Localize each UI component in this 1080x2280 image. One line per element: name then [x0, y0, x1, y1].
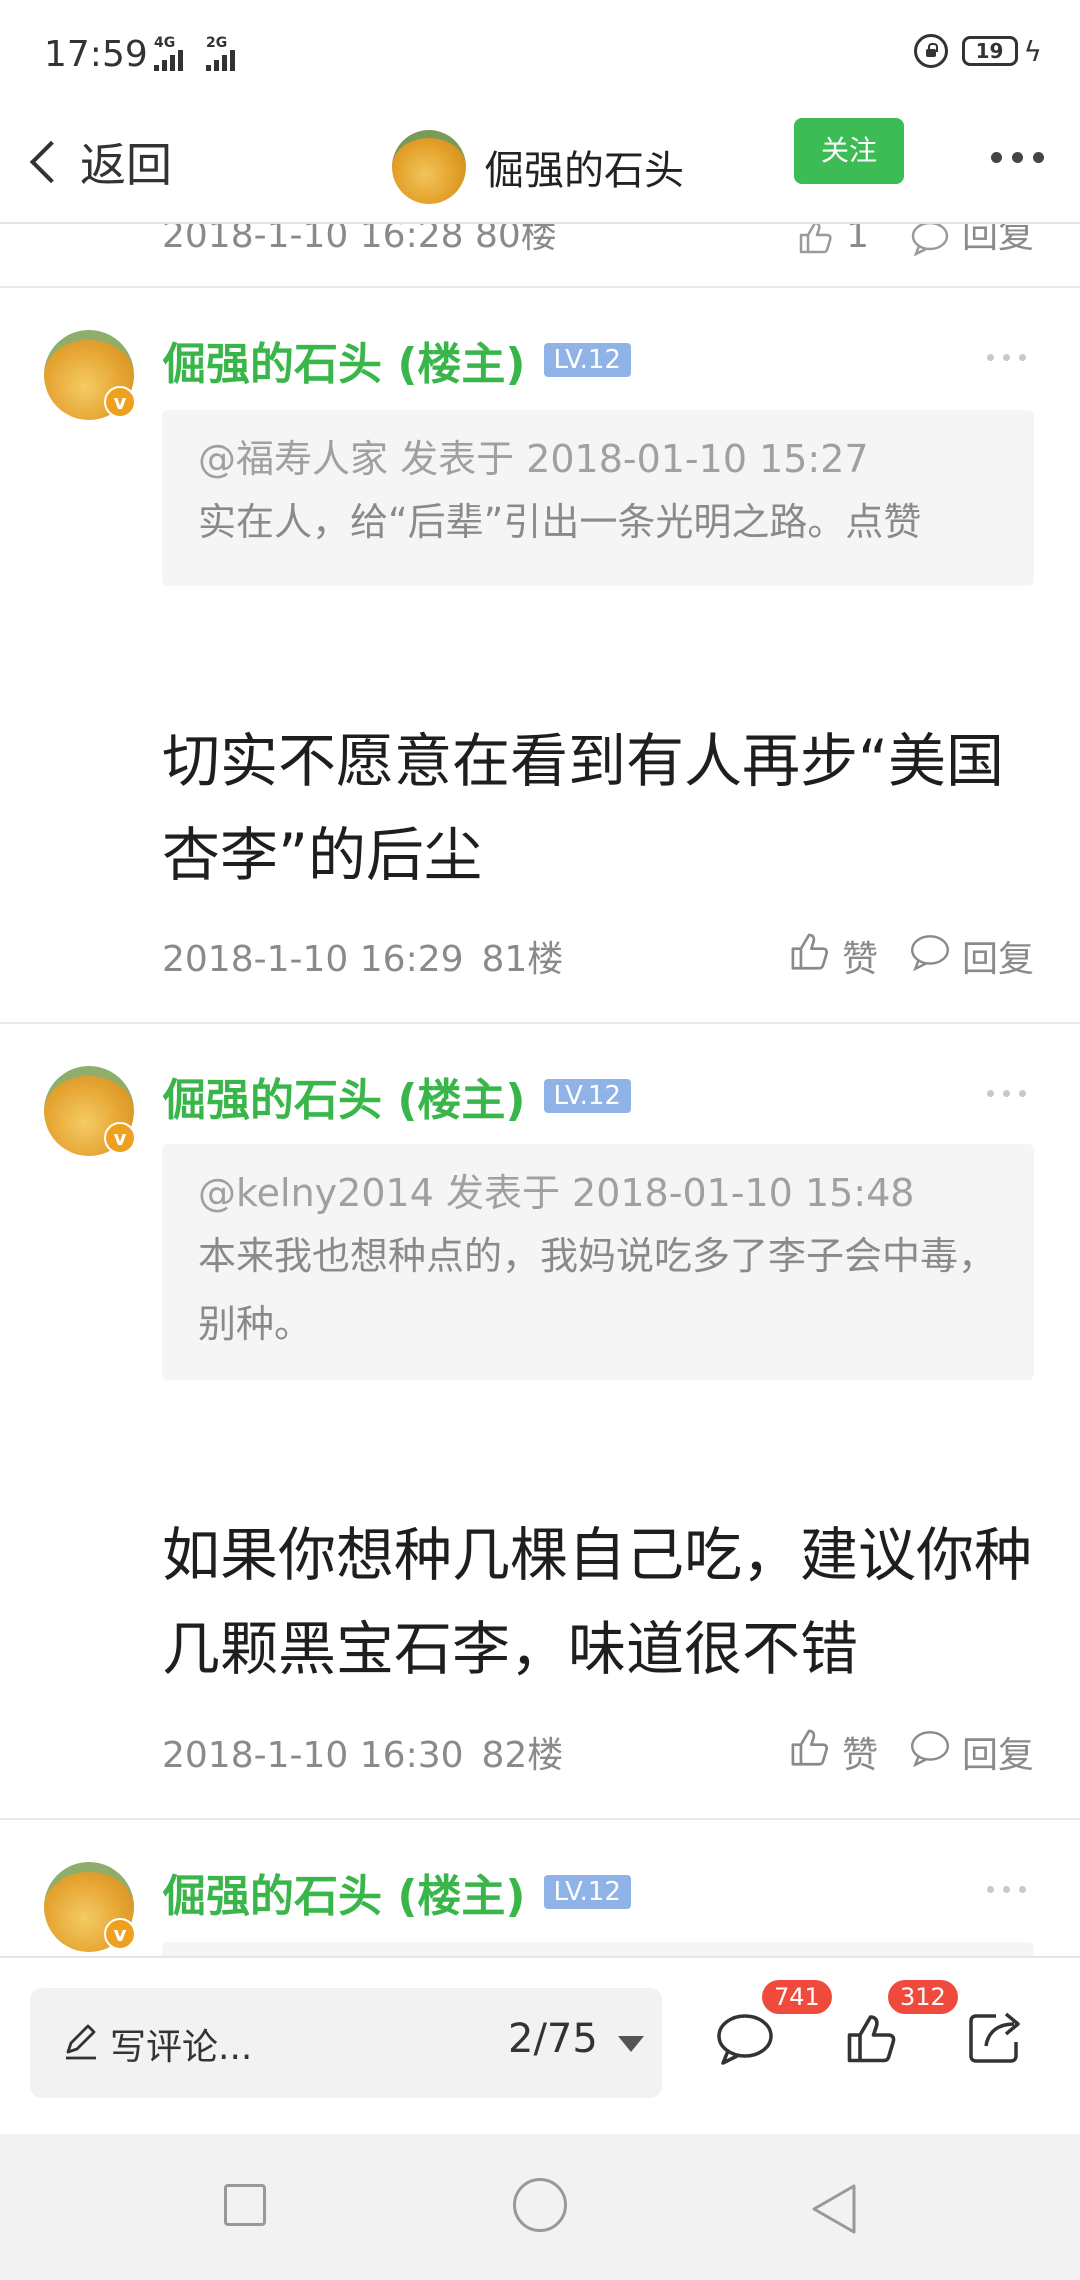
battery-icon: 19: [961, 36, 1018, 66]
post-meta: 2018-1-10 16:29 81楼: [162, 930, 563, 982]
status-right: 19 ϟ: [913, 34, 1042, 68]
like-count: 1: [846, 224, 870, 256]
post-body: 切实不愿意在看到有人再步“美国杏李”的后尘: [162, 727, 1005, 889]
quote-head: @福寿人家 发表于 2018-01-10 15:27: [198, 437, 869, 481]
quote-block[interactable]: @kelny2014 发表于 2018-01-10 15:48 本来我也想种点的…: [162, 1144, 1034, 1380]
like-label: 赞: [841, 938, 878, 980]
follow-button[interactable]: 关注: [794, 118, 904, 184]
reply-label[interactable]: 回复: [962, 224, 1034, 256]
post-floor: 82楼: [481, 1735, 564, 1776]
thumb-up-icon: [786, 1724, 832, 1779]
comment-icon: [717, 2014, 773, 2065]
reply-button[interactable]: 回复: [908, 930, 1034, 982]
home-button[interactable]: [513, 2178, 567, 2232]
recent-apps-button[interactable]: [224, 2184, 266, 2226]
share-button[interactable]: [966, 2008, 1026, 2070]
verified-icon: v: [104, 386, 136, 418]
author-line: 倔强的石头 (楼主) LV.12: [162, 328, 631, 392]
pencil-icon: [60, 2022, 100, 2066]
post-date: 2018-1-10 16:29: [162, 939, 464, 980]
quote-text: 本来我也想种点的，我妈说吃多了李子会中毒，别种。: [198, 1234, 997, 1346]
thumb-up-icon[interactable]: [795, 224, 846, 256]
post-actions: 1 回复: [795, 224, 1034, 258]
post-body: 如果你想种几棵自己吃，建议你种几颗黑宝石李，味道很不错: [162, 1521, 1033, 1683]
back-label: 返回: [80, 138, 172, 192]
network-type-label: 2G: [206, 35, 228, 51]
reply-label: 回复: [961, 1734, 1034, 1776]
like-button[interactable]: 赞: [786, 1724, 878, 1779]
verified-icon: v: [104, 1918, 136, 1950]
post-meta: 2018-1-10 16:28 80楼: [162, 224, 557, 256]
quote-block[interactable]: @福寿人家 发表于 2018-01-10 15:27 实在人，给“后辈”引出一条…: [162, 410, 1034, 586]
reply-label: 回复: [961, 938, 1034, 980]
thumb-up-icon: [786, 928, 832, 983]
nav-user[interactable]: 倔强的石头: [392, 112, 684, 222]
avatar[interactable]: v: [44, 1862, 136, 1952]
avatar: [392, 130, 466, 204]
back-button[interactable]: 返回: [22, 122, 172, 202]
comments-button[interactable]: [714, 2010, 776, 2072]
post-more-icon[interactable]: [987, 354, 1026, 361]
post-actions: 赞 回复: [786, 928, 1034, 983]
level-badge: LV.12: [543, 343, 631, 377]
page-title: 倔强的石头: [484, 148, 684, 194]
nav-bar: 返回 倔强的石头 关注: [0, 110, 1080, 224]
author-name[interactable]: 倔强的石头 (楼主): [162, 1064, 526, 1128]
author-name[interactable]: 倔强的石头 (楼主): [162, 328, 526, 392]
system-nav-bar: [0, 2134, 1080, 2280]
comment-icon: [908, 1726, 952, 1777]
dropdown-arrow-icon[interactable]: [618, 2036, 644, 2052]
lock-icon: [913, 34, 948, 68]
post-83: v 倔强的石头 (楼主) LV.12: [0, 1820, 1080, 1956]
quote-text: 实在人，给“后辈”引出一条光明之路。点赞: [198, 500, 922, 544]
avatar[interactable]: v: [44, 330, 136, 420]
write-comment-placeholder: 写评论...: [110, 2027, 253, 2068]
comment-icon[interactable]: [909, 224, 962, 257]
quote-block[interactable]: [162, 1942, 1034, 1956]
like-label: 赞: [841, 1734, 878, 1776]
system-back-button[interactable]: [810, 2182, 860, 2240]
author-line: 倔强的石头 (楼主) LV.12: [162, 1860, 631, 1924]
reply-button[interactable]: 回复: [908, 1726, 1034, 1778]
share-icon: [969, 2012, 1020, 2063]
page-indicator[interactable]: 2/75: [508, 2016, 598, 2062]
level-badge: LV.12: [543, 1079, 631, 1113]
network-type-label: 4G: [154, 35, 176, 51]
post-meta: 2018-1-10 16:30 82楼: [162, 1726, 563, 1778]
avatar[interactable]: v: [44, 1066, 136, 1156]
more-icon[interactable]: [991, 152, 1044, 163]
quote-head: @kelny2014 发表于 2018-01-10 15:48: [198, 1171, 915, 1215]
post-more-icon[interactable]: [987, 1886, 1026, 1893]
post-date: 2018-1-10 16:30: [162, 1735, 464, 1776]
post-actions: 赞 回复: [786, 1724, 1034, 1779]
comment-icon: [908, 930, 952, 981]
post-81: v 倔强的石头 (楼主) LV.12 @福寿人家 发表于 2018-01-10 …: [0, 288, 1080, 1022]
level-badge: LV.12: [543, 1875, 631, 1909]
write-comment-box[interactable]: 写评论... 2/75: [30, 1988, 662, 2098]
comment-count-badge: 741: [762, 1980, 832, 2014]
like-count-badge: 312: [888, 1980, 958, 2014]
post-82: v 倔强的石头 (楼主) LV.12 @kelny2014 发表于 2018-0…: [0, 1024, 1080, 1818]
status-bar: 17:59 4G 2G 19 ϟ: [0, 0, 1080, 110]
charging-icon: ϟ: [1023, 34, 1042, 68]
bottom-bar: 写评论... 2/75 741 312: [0, 1956, 1080, 2134]
like-button[interactable]: [842, 2008, 902, 2072]
post-floor: 81楼: [481, 939, 564, 980]
author-line: 倔强的石头 (楼主) LV.12: [162, 1064, 631, 1128]
thumb-up-icon: [847, 2015, 896, 2063]
like-button[interactable]: 赞: [786, 928, 878, 983]
status-time: 17:59: [44, 34, 148, 75]
back-chevron-icon: [29, 140, 73, 184]
partial-post-footer: 2018-1-10 16:28 80楼 1 回复: [0, 224, 1080, 286]
verified-icon: v: [104, 1122, 136, 1154]
post-more-icon[interactable]: [987, 1090, 1026, 1097]
author-name[interactable]: 倔强的石头 (楼主): [162, 1860, 526, 1924]
